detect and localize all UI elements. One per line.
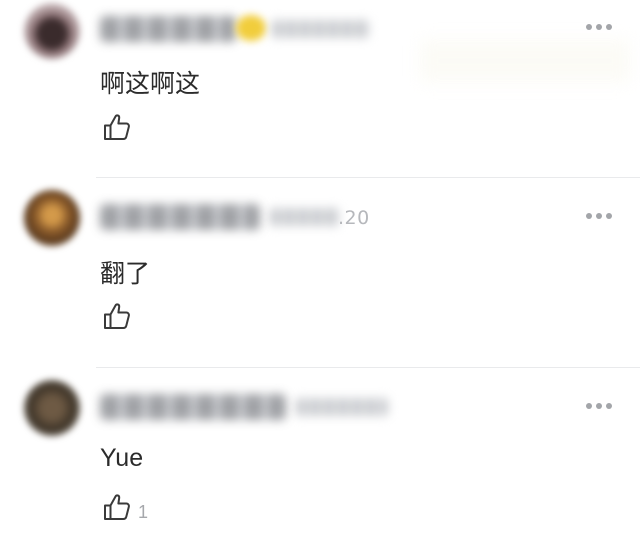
vip-badge (236, 15, 266, 41)
avatar[interactable] (24, 3, 80, 59)
timestamp-blurred (272, 20, 370, 38)
avatar[interactable] (24, 190, 80, 246)
more-options-icon[interactable] (586, 23, 612, 31)
like-count: 1 (138, 502, 149, 522)
like-button[interactable] (103, 302, 138, 330)
thumbs-up-icon (104, 303, 130, 329)
username-blurred[interactable] (100, 16, 236, 42)
timestamp-blurred (296, 398, 388, 416)
timestamp-blurred (270, 208, 340, 226)
avatar[interactable] (24, 380, 80, 436)
like-button[interactable]: 1 (103, 493, 148, 521)
username-blurred[interactable] (100, 394, 286, 420)
comment-text: Yue (100, 444, 144, 472)
more-options-icon[interactable] (586, 212, 612, 220)
comment-text: 啊这啊这 (100, 70, 201, 98)
timestamp-visible: .20 (338, 207, 370, 229)
like-button[interactable] (103, 113, 138, 141)
thumbs-up-icon (104, 494, 130, 520)
username-blurred[interactable] (100, 204, 260, 230)
more-options-icon[interactable] (586, 402, 612, 410)
thumbs-up-icon (104, 114, 130, 140)
comment-divider (96, 177, 640, 178)
background-smudge (420, 40, 630, 82)
comment-text: 翻了 (100, 260, 151, 288)
comment-divider (96, 367, 640, 368)
